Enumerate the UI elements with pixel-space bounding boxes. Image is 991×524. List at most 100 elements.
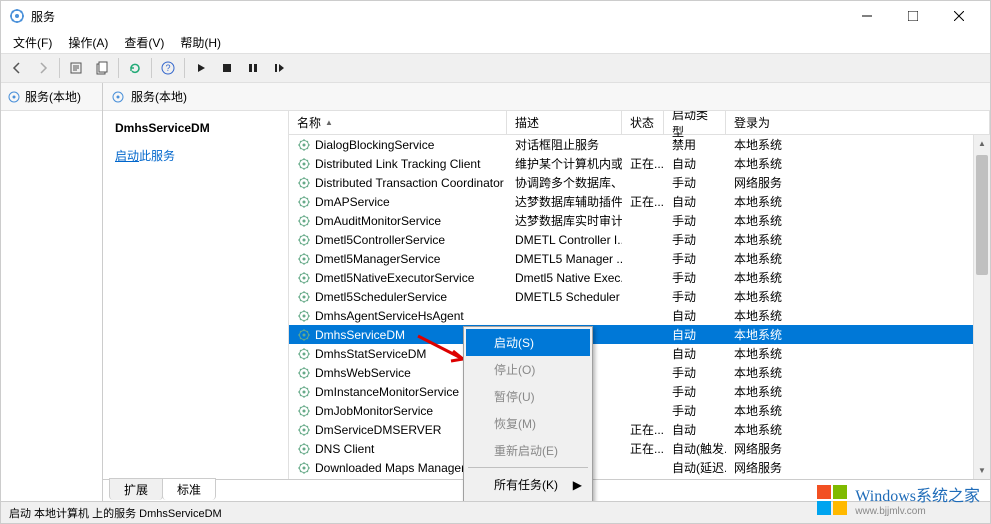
- service-row[interactable]: Dmetl5ControllerServiceDMETL Controller …: [289, 230, 990, 249]
- left-header-label: 服务(本地): [25, 88, 81, 105]
- service-name: Downloaded Maps Manager: [315, 461, 465, 475]
- refresh-icon[interactable]: [123, 56, 147, 80]
- service-login: 本地系统: [726, 136, 990, 153]
- service-row[interactable]: DmhsWebServiceerver手动本地系统: [289, 363, 990, 382]
- service-row[interactable]: Distributed Transaction Coordinator协调跨多个…: [289, 173, 990, 192]
- service-start-type: 自动(延迟...: [664, 459, 726, 476]
- ctx-all-tasks[interactable]: 所有任务(K)▶: [466, 471, 590, 498]
- close-button[interactable]: [936, 1, 982, 31]
- tab-standard[interactable]: 标准: [162, 478, 216, 500]
- service-login: 本地系统: [726, 326, 990, 343]
- menu-action[interactable]: 操作(A): [60, 32, 116, 53]
- service-row[interactable]: DmAuditMonitorService达梦数据库实时审计...手动本地系统: [289, 211, 990, 230]
- ctx-pause: 暂停(U): [466, 383, 590, 410]
- stop-icon[interactable]: [215, 56, 239, 80]
- service-login: 本地系统: [726, 421, 990, 438]
- restart-icon[interactable]: [267, 56, 291, 80]
- right-panel-header: 服务(本地): [103, 83, 990, 111]
- help-icon[interactable]: ?: [156, 56, 180, 80]
- service-login: 本地系统: [726, 364, 990, 381]
- vertical-scrollbar[interactable]: ▲ ▼: [973, 135, 990, 479]
- ctx-resume: 恢复(M): [466, 410, 590, 437]
- service-name: DmJobMonitorService: [315, 404, 433, 418]
- service-status: 正在...: [622, 193, 664, 210]
- context-menu: 启动(S) 停止(O) 暂停(U) 恢复(M) 重新启动(E) 所有任务(K)▶…: [463, 326, 593, 501]
- service-desc: 对话框阻止服务: [507, 136, 622, 153]
- service-login: 本地系统: [726, 402, 990, 419]
- service-status: 正在...: [622, 440, 664, 457]
- maximize-button[interactable]: [890, 1, 936, 31]
- service-start-type: 手动(触发...: [664, 478, 726, 479]
- service-row[interactable]: Dmetl5SchedulerServiceDMETL5 Scheduler .…: [289, 287, 990, 306]
- menubar: 文件(F) 操作(A) 查看(V) 帮助(H): [1, 31, 990, 53]
- back-button[interactable]: [5, 56, 29, 80]
- service-desc: DMETL5 Manager ...: [507, 252, 622, 266]
- service-row[interactable]: DialogBlockingService对话框阻止服务禁用本地系统: [289, 135, 990, 154]
- service-name: DmServiceDMSERVER: [315, 423, 441, 437]
- service-login: 本地系统: [726, 250, 990, 267]
- service-row[interactable]: Dmetl5ManagerServiceDMETL5 Manager ...手动…: [289, 249, 990, 268]
- scroll-down-button[interactable]: ▼: [974, 462, 990, 479]
- service-name: DmAPService: [315, 195, 390, 209]
- service-row[interactable]: DNS Client务(dn...正在...自动(触发...网络服务: [289, 439, 990, 458]
- left-panel-header[interactable]: 服务(本地): [1, 83, 102, 111]
- ctx-start[interactable]: 启动(S): [466, 329, 590, 356]
- menu-file[interactable]: 文件(F): [5, 32, 60, 53]
- minimize-button[interactable]: [844, 1, 890, 31]
- service-login: 网络服务: [726, 459, 990, 476]
- service-status: 正在...: [622, 155, 664, 172]
- ctx-stop: 停止(O): [466, 356, 590, 383]
- scroll-thumb[interactable]: [976, 155, 988, 275]
- col-name[interactable]: 名称▲: [289, 111, 507, 134]
- left-panel: 服务(本地): [1, 83, 103, 501]
- service-row[interactable]: DmhsAgentServiceHsAgent自动本地系统: [289, 306, 990, 325]
- forward-button[interactable]: [31, 56, 55, 80]
- pause-icon[interactable]: [241, 56, 265, 80]
- service-name: Distributed Link Tracking Client: [315, 157, 480, 171]
- service-row[interactable]: DmInstanceMonitorService例监控...手动本地系统: [289, 382, 990, 401]
- watermark: Windows系统之家 www.bjjmlv.com: [815, 482, 980, 517]
- service-name: Dmetl5ControllerService: [315, 233, 445, 247]
- service-row[interactable]: Dmetl5NativeExecutorServiceDmetl5 Native…: [289, 268, 990, 287]
- service-name: DmhsAgentServiceHsAgent: [315, 309, 464, 323]
- service-desc: 达梦数据库实时审计...: [507, 212, 622, 229]
- service-start-type: 自动: [664, 193, 726, 210]
- service-row[interactable]: DmhsServiceDM自动本地系统: [289, 325, 990, 344]
- start-service-link[interactable]: 启动此服务: [115, 149, 175, 163]
- svg-text:?: ?: [165, 63, 170, 73]
- menu-view[interactable]: 查看(V): [116, 32, 172, 53]
- service-row[interactable]: DmhsStatServiceDM自动本地系统: [289, 344, 990, 363]
- service-name: DmhsStatServiceDM: [315, 347, 426, 361]
- service-start-type: 自动(触发...: [664, 440, 726, 457]
- export-icon[interactable]: [90, 56, 114, 80]
- properties-icon[interactable]: [64, 56, 88, 80]
- service-name: Distributed Transaction Coordinator: [315, 176, 504, 190]
- service-desc: 协调跨多个数据库、...: [507, 174, 622, 191]
- scroll-up-button[interactable]: ▲: [974, 135, 990, 152]
- col-desc[interactable]: 描述: [507, 111, 622, 134]
- service-status: 正在...: [622, 421, 664, 438]
- service-start-type: 自动: [664, 345, 726, 362]
- service-row[interactable]: DmAPService达梦数据库辅助插件...正在...自动本地系统: [289, 192, 990, 211]
- play-icon[interactable]: [189, 56, 213, 80]
- service-row[interactable]: Distributed Link Tracking Client维护某个计算机内…: [289, 154, 990, 173]
- tab-extended[interactable]: 扩展: [109, 478, 163, 500]
- service-row[interactable]: DmServiceDMSERVER例服务正在...自动本地系统: [289, 420, 990, 439]
- menu-help[interactable]: 帮助(H): [172, 32, 229, 53]
- service-login: 网络服务: [726, 440, 990, 457]
- detail-service-name: DmhsServiceDM: [115, 121, 276, 135]
- windows-logo-icon: [815, 483, 849, 517]
- service-start-type: 手动: [664, 269, 726, 286]
- service-start-type: 手动: [664, 174, 726, 191]
- service-row[interactable]: Encrypting File System (EFS)TFS 文...手动(触…: [289, 477, 990, 479]
- service-login: 本地系统: [726, 307, 990, 324]
- service-row[interactable]: Downloaded Maps Manager图的...自动(延迟...网络服务: [289, 458, 990, 477]
- col-login[interactable]: 登录为: [726, 111, 990, 134]
- service-start-type: 手动: [664, 288, 726, 305]
- col-status[interactable]: 状态: [622, 111, 664, 134]
- service-start-type: 手动: [664, 383, 726, 400]
- col-start-type[interactable]: 启动类型: [664, 111, 726, 134]
- service-name: DNS Client: [315, 442, 374, 456]
- service-row[interactable]: DmJobMonitorService业服务手动本地系统: [289, 401, 990, 420]
- submenu-arrow-icon: ▶: [573, 478, 582, 492]
